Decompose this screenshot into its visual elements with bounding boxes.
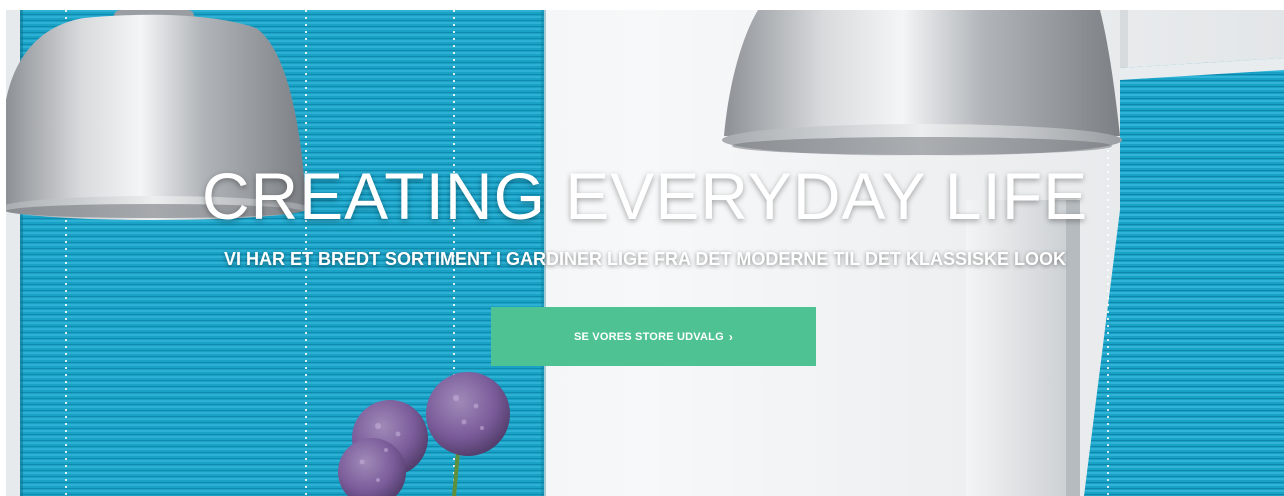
see-collection-button[interactable]: SE VORES STORE UDVALG › <box>491 307 816 366</box>
hero-banner: CREATING EVERYDAY LIFE VI HAR ET BREDT S… <box>6 10 1284 496</box>
hero-subheadline: VI HAR ET BREDT SORTIMENT I GARDINER LIG… <box>223 249 1067 269</box>
chevron-right-icon: › <box>728 329 734 344</box>
hero-headline: CREATING EVERYDAY LIFE <box>201 159 1089 233</box>
hero-caption: CREATING EVERYDAY LIFE VI HAR ET BREDT S… <box>6 10 1284 496</box>
cta-label: SE VORES STORE UDVALG <box>573 330 724 343</box>
